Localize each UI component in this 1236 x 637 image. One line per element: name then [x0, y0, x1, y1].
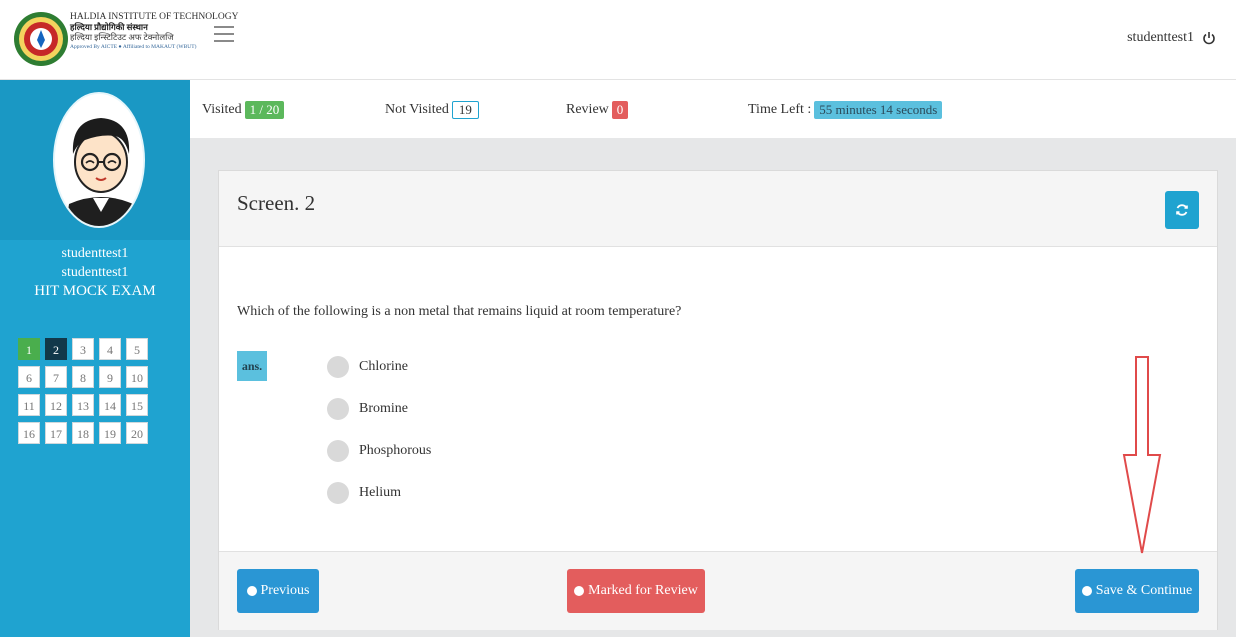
not-visited-label: Not Visited [385, 102, 449, 117]
screen-title: Screen. 2 [237, 191, 316, 215]
question-number-button[interactable]: 1 [18, 338, 40, 360]
question-card-footer: Previous Marked for Review Save & Contin… [219, 551, 1217, 630]
visited-status: Visited 1 / 20 [202, 101, 285, 119]
question-number-button[interactable]: 3 [72, 338, 94, 360]
student-id: studenttest1 [61, 265, 129, 280]
question-number-button[interactable]: 19 [99, 422, 121, 444]
question-number-button[interactable]: 14 [99, 394, 121, 416]
time-left-label: Time Left : [748, 102, 812, 117]
question-number-button[interactable]: 18 [72, 422, 94, 444]
eye-icon [574, 586, 585, 596]
review-label: Review [566, 102, 609, 117]
chevron-right-circle-icon [1081, 586, 1092, 596]
review-button-label: Marked for Review [588, 583, 698, 598]
logo-bengali-title: हल्दिया इन्स्टिटिउट अफ टेक्नोलजि [70, 32, 174, 42]
previous-label: Previous [260, 583, 310, 598]
question-card-header: Screen. 2 [219, 171, 1217, 247]
answer-tag: ans. [237, 351, 267, 381]
not-visited-status: Not Visited 19 [385, 101, 479, 119]
previous-button[interactable]: Previous [237, 569, 319, 613]
refresh-button[interactable] [1165, 191, 1199, 229]
option-label: Phosphorous [359, 443, 432, 458]
save-continue-button[interactable]: Save & Continue [1075, 569, 1199, 613]
user-menu[interactable]: studenttest1 [1127, 30, 1216, 46]
option-radio[interactable] [327, 356, 349, 378]
option-radio[interactable] [327, 482, 349, 504]
logo-hindi-title: हल्दिया प्रौद्योगिकी संस्थान [70, 22, 148, 32]
question-number-button[interactable]: 9 [99, 366, 121, 388]
option-label: Bromine [359, 401, 408, 416]
chevron-left-circle-icon [246, 586, 257, 596]
main-area: Screen. 2 Which of the following is a no… [190, 138, 1236, 637]
annotation-arrow-icon [1122, 356, 1162, 554]
question-number-button[interactable]: 2 [45, 338, 67, 360]
avatar [53, 92, 145, 228]
question-number-button[interactable]: 5 [126, 338, 148, 360]
option-4[interactable]: Helium [327, 482, 401, 504]
question-text: Which of the following is a non metal th… [237, 304, 682, 319]
question-number-button[interactable]: 4 [99, 338, 121, 360]
visited-badge: 1 / 20 [244, 101, 285, 119]
save-label: Save & Continue [1095, 583, 1193, 598]
institute-logo: HALDIA INSTITUTE OF TECHNOLOGY हल्दिया प… [12, 8, 238, 72]
marked-for-review-button[interactable]: Marked for Review [567, 569, 705, 613]
option-3[interactable]: Phosphorous [327, 440, 431, 462]
power-icon[interactable] [1202, 31, 1216, 45]
question-number-button[interactable]: 6 [18, 366, 40, 388]
institute-seal-icon [14, 12, 68, 66]
question-number-button[interactable]: 11 [18, 394, 40, 416]
question-palette: 1 2 3 4 5 6 7 8 9 10 11 12 13 14 15 16 17 18 19 20 [18, 338, 156, 444]
visited-label: Visited [202, 102, 242, 117]
menu-icon[interactable] [214, 26, 234, 44]
student-name: studenttest1 [61, 246, 129, 261]
option-radio[interactable] [327, 440, 349, 462]
top-header: HALDIA INSTITUTE OF TECHNOLOGY हल्दिया प… [0, 0, 1236, 80]
not-visited-badge: 19 [451, 101, 479, 119]
option-label: Chlorine [359, 359, 408, 374]
question-number-button[interactable]: 13 [72, 394, 94, 416]
time-left-badge: 55 minutes 14 seconds [814, 101, 943, 119]
review-status: Review 0 [566, 101, 629, 119]
question-number-button[interactable]: 16 [18, 422, 40, 444]
header-username[interactable]: studenttest1 [1127, 30, 1194, 46]
option-1[interactable]: Chlorine [327, 356, 408, 378]
logo-affiliation: Approved By AICTE ● Affiliated to MAKAUT… [70, 44, 197, 50]
review-badge: 0 [611, 101, 629, 119]
option-label: Helium [359, 485, 401, 500]
exam-name: HIT MOCK EXAM [34, 283, 156, 299]
question-number-button[interactable]: 17 [45, 422, 67, 444]
avatar-panel [0, 80, 190, 240]
option-radio[interactable] [327, 398, 349, 420]
logo-title: HALDIA INSTITUTE OF TECHNOLOGY [70, 12, 239, 22]
question-card: Screen. 2 Which of the following is a no… [218, 170, 1218, 630]
time-left-status: Time Left : 55 minutes 14 seconds [748, 101, 943, 119]
refresh-icon [1176, 204, 1188, 216]
exam-status-bar: Visited 1 / 20 Not Visited 19 Review 0 T… [190, 80, 1236, 138]
question-number-button[interactable]: 8 [72, 366, 94, 388]
question-number-button[interactable]: 15 [126, 394, 148, 416]
sidebar: studenttest1 studenttest1 HIT MOCK EXAM … [0, 80, 190, 637]
question-number-button[interactable]: 20 [126, 422, 148, 444]
question-number-button[interactable]: 7 [45, 366, 67, 388]
question-number-button[interactable]: 12 [45, 394, 67, 416]
question-number-button[interactable]: 10 [126, 366, 148, 388]
option-2[interactable]: Bromine [327, 398, 408, 420]
student-avatar-icon [55, 94, 143, 226]
